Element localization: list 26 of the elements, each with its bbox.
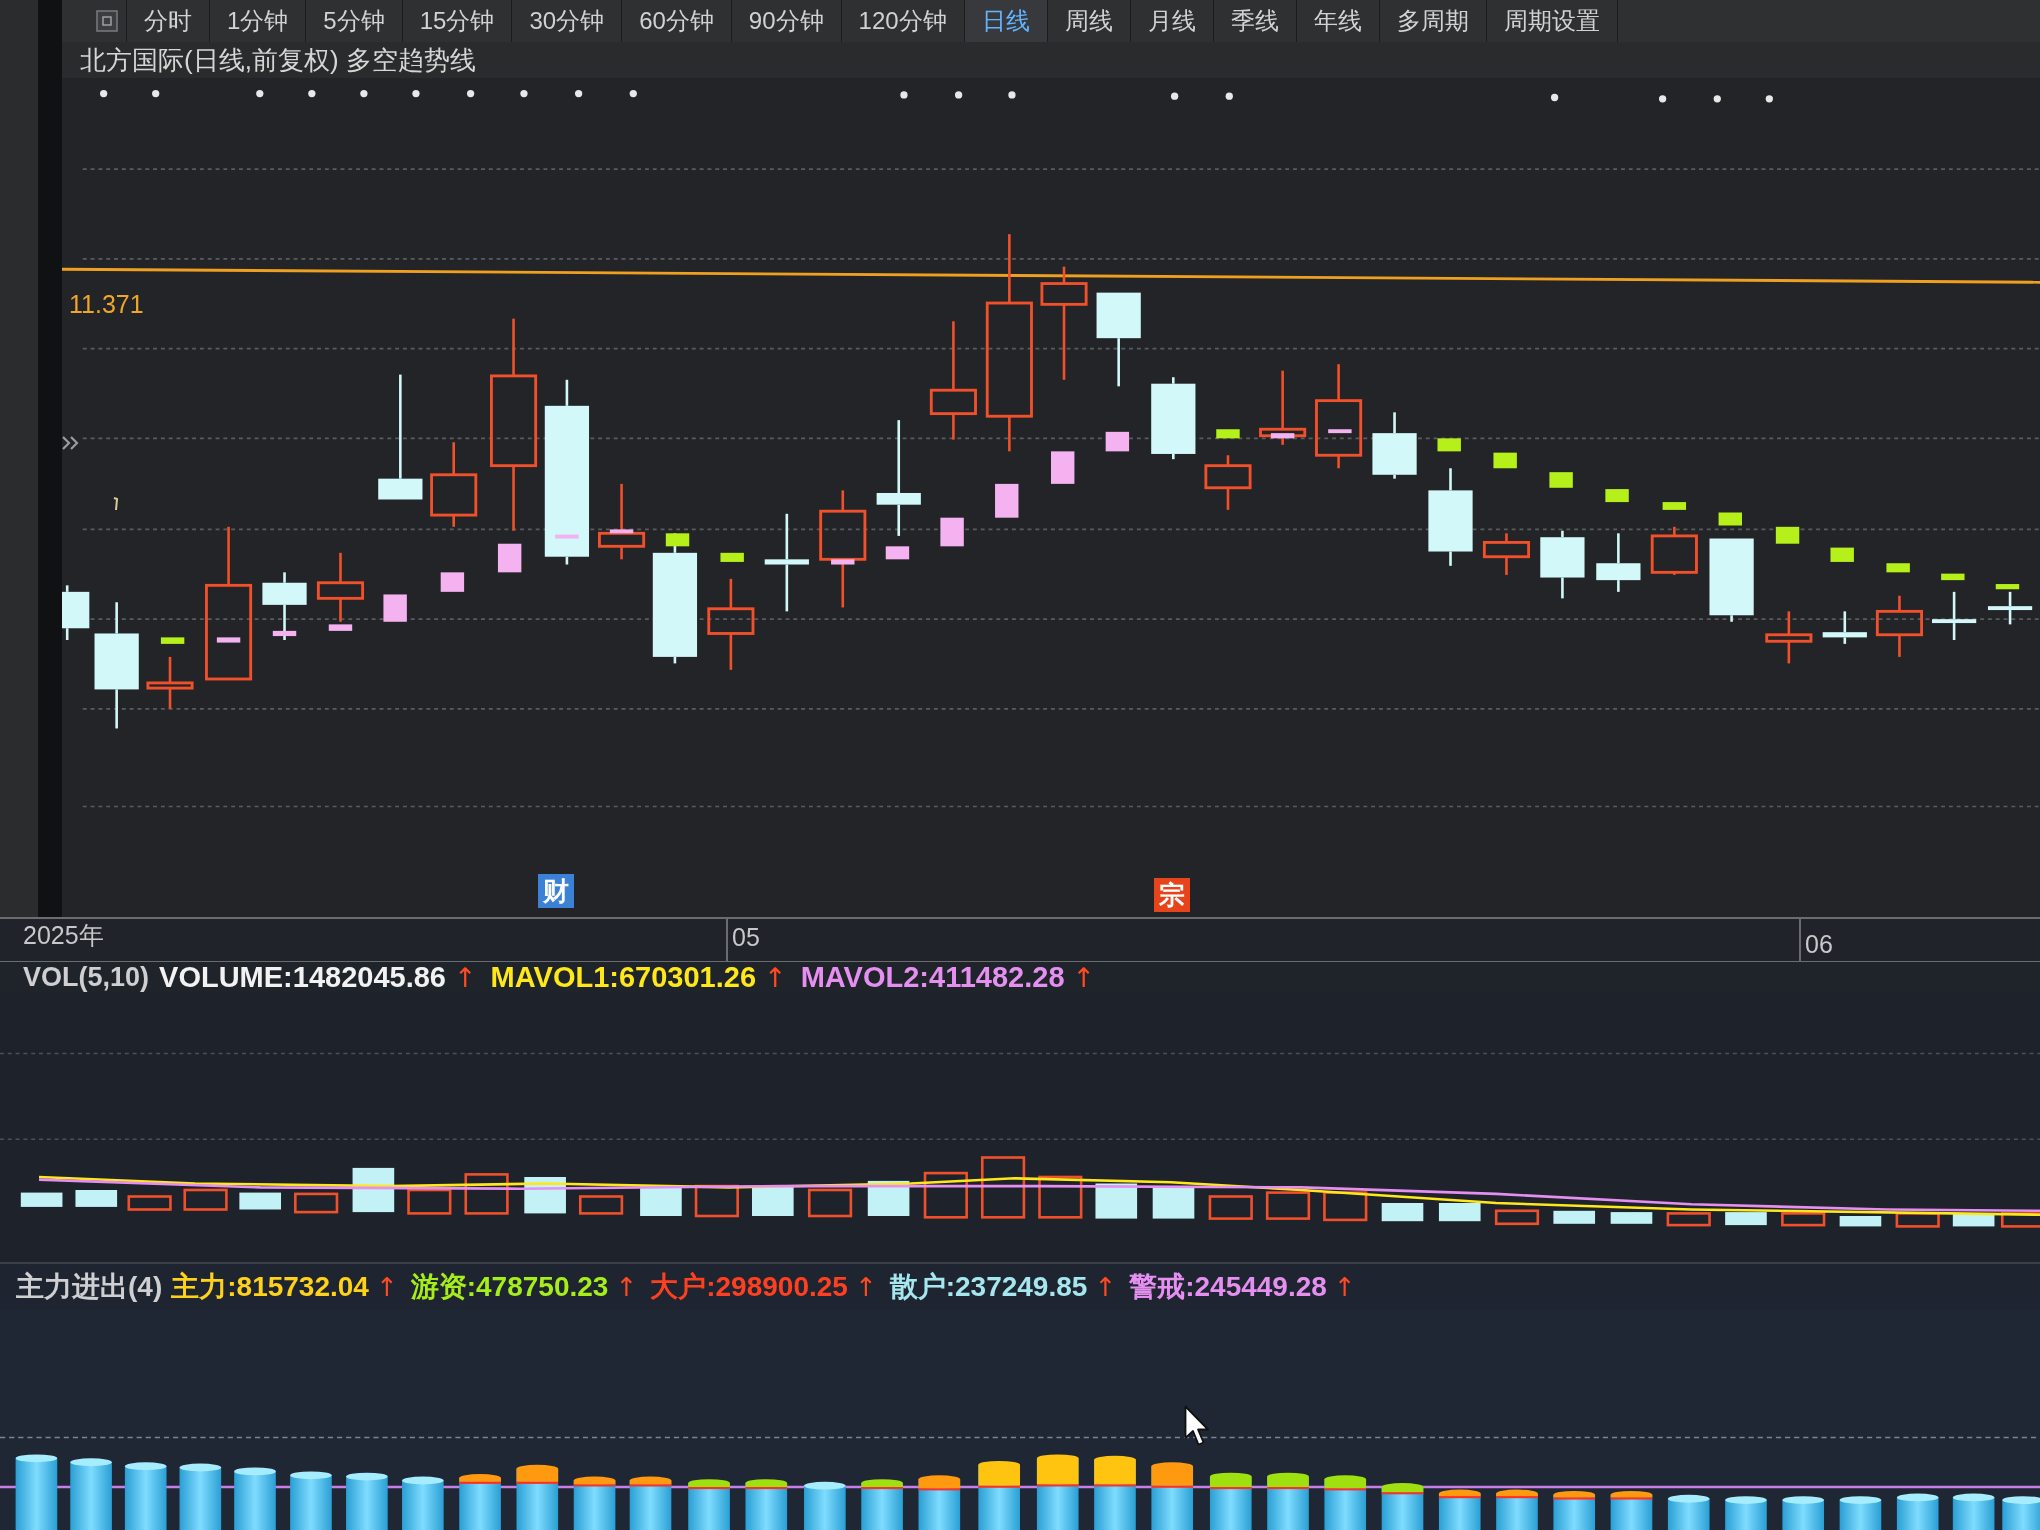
indicator-value: VOLUME:1482045.86: [159, 962, 446, 992]
period-tab[interactable]: 日线: [964, 0, 1048, 42]
trend-arrow: ↑: [854, 1274, 877, 1300]
trend-arrow: ↑: [764, 963, 787, 991]
square-icon[interactable]: [96, 10, 118, 32]
trend-arrow: ↑: [454, 963, 477, 991]
indicator-value: MAVOL1:670301.26: [490, 962, 757, 992]
chart-title: 北方国际(日线,前复权) 多空趋势线: [80, 47, 476, 73]
event-marker[interactable]: 宗: [1154, 878, 1190, 912]
indicator-value: 主力:815732.04: [171, 1273, 369, 1301]
trend-arrow: ↑: [1072, 963, 1096, 991]
event-marker[interactable]: 财: [538, 874, 574, 908]
indicator-value: 游资:478750.23: [410, 1273, 609, 1301]
indicator-name: 主力进出(4): [16, 1273, 163, 1301]
axis-label: 06: [1805, 932, 1833, 957]
trend-arrow: ↑: [1094, 1274, 1117, 1300]
trend-arrow: ↑: [615, 1274, 638, 1300]
indicator-value: 大户:298900.25: [650, 1273, 848, 1301]
trend-arrow: ↑: [375, 1274, 398, 1300]
indicator-value: MAVOL2:411482.28: [800, 962, 1065, 992]
axis-label: 2025年: [23, 923, 104, 948]
indicator-value: 警戒:245449.28: [1129, 1273, 1327, 1301]
trend-arrow: ↑: [1333, 1274, 1356, 1300]
indicator-name: VOL(5,10): [23, 963, 150, 991]
indicator-value: 散户:237249.85: [889, 1273, 1088, 1301]
axis-label: 05: [732, 925, 760, 950]
